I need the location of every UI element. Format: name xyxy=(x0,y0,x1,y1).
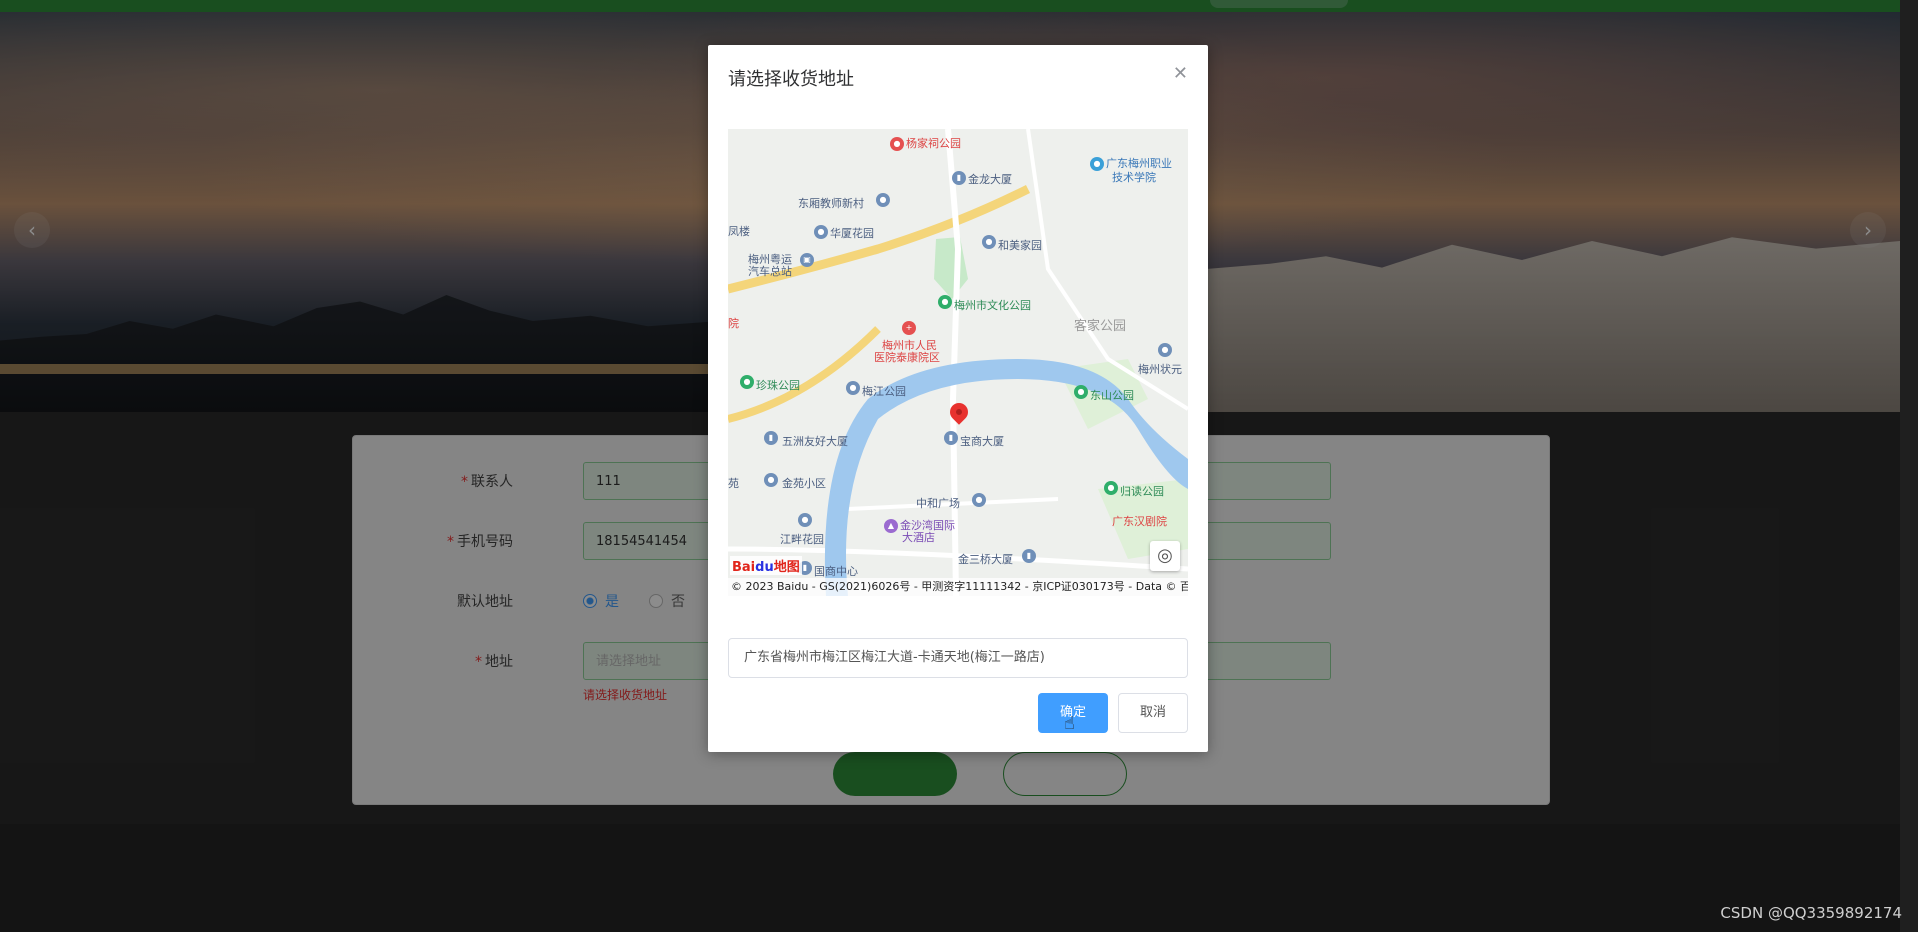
park-icon: ● xyxy=(1074,385,1088,399)
map-label-kejia-park: 客家公园 xyxy=(1074,319,1127,334)
map-label-zhuangyuan: 梅州状元 xyxy=(1138,363,1182,376)
plaza-icon: ● xyxy=(972,493,986,507)
map-label-jinsanqiao: 金三桥大厦 xyxy=(958,553,1013,566)
map-label-zhonghe: 中和广场 xyxy=(916,497,960,510)
residence-icon: ● xyxy=(814,225,828,239)
map-label-yuan-2: 苑 xyxy=(728,477,739,490)
building-icon: ▮ xyxy=(944,431,958,445)
map-label-culture-park: 梅州市文化公园 xyxy=(954,299,1031,312)
map-label-jinyuan: 金苑小区 xyxy=(782,477,826,490)
residence-icon: ● xyxy=(764,473,778,487)
map-copyright: © 2023 Baidu - GS(2021)6026号 - 甲测资字11111… xyxy=(728,578,1188,596)
map-label-zhenzhu: 珍珠公园 xyxy=(756,379,800,392)
map-label-dongshan-teacher: 东厢教师新村 xyxy=(798,197,864,210)
map-label-yueyun-2: 汽车总站 xyxy=(748,265,792,278)
page-scrollbar[interactable] xyxy=(1900,0,1918,932)
map-label-huaxia: 华厦花园 xyxy=(830,227,874,240)
map-label-fenglou: 凤楼 xyxy=(728,225,750,238)
map-label-shangmao: 国商中心 xyxy=(814,565,858,578)
map-label-yuan: 院 xyxy=(728,317,739,330)
residence-icon: ● xyxy=(982,235,996,249)
baidu-map[interactable]: ● 杨家祠公园 ● 广东梅州职业 技术学院 ▮ 金龙大厦 东厢教师新村 ● 凤楼… xyxy=(728,129,1188,596)
map-label-jinlong: 金龙大厦 xyxy=(968,173,1012,186)
park-icon: ● xyxy=(890,137,904,151)
building-icon: ▮ xyxy=(764,431,778,445)
csdn-watermark: CSDN @QQ3359892174 xyxy=(1720,904,1902,922)
bus-station-icon: ▣ xyxy=(800,253,814,267)
baidu-map-logo: Baidu地图 xyxy=(730,556,802,575)
map-label-vocational-2: 技术学院 xyxy=(1112,171,1156,184)
dialog-title: 请选择收货地址 xyxy=(728,69,854,90)
building-icon: ▮ xyxy=(952,171,966,185)
hand-cursor-icon: ☝ xyxy=(1064,713,1075,734)
hospital-icon: + xyxy=(902,321,916,335)
map-label-jiangpan: 江畔花园 xyxy=(780,533,824,546)
park-icon: ● xyxy=(1104,481,1118,495)
park-icon: ● xyxy=(846,381,860,395)
residence-icon: ● xyxy=(1158,343,1172,357)
map-label-meijiang: 梅江公园 xyxy=(862,385,906,398)
park-icon: ● xyxy=(938,295,952,309)
residence-icon: ● xyxy=(876,193,890,207)
map-label-kejia-theater: 广东汉剧院 xyxy=(1112,515,1167,528)
selected-address-input[interactable]: 广东省梅州市梅江区梅江大道-卡通天地(梅江一路店) xyxy=(728,638,1188,678)
cancel-button[interactable]: 取消 xyxy=(1118,693,1188,733)
address-picker-dialog: 请选择收货地址 ✕ ● 杨家祠公园 ● 广东梅州职业 技术学院 ▮ 金龙大厦 东… xyxy=(708,45,1208,752)
map-label-dongshan: 东山公园 xyxy=(1090,389,1134,402)
school-icon: ● xyxy=(1090,157,1104,171)
close-icon[interactable]: ✕ xyxy=(1173,63,1188,84)
park-icon: ● xyxy=(740,375,754,389)
residence-icon: ● xyxy=(798,513,812,527)
map-label-baoshang: 宝商大厦 xyxy=(960,435,1004,448)
locate-icon[interactable]: ◎ xyxy=(1150,541,1180,571)
hotel-icon: ▲ xyxy=(884,519,898,533)
map-label-jinsha-2: 大酒店 xyxy=(902,531,935,544)
map-label-wuzhou: 五洲友好大厦 xyxy=(782,435,848,448)
building-icon: ▮ xyxy=(1022,549,1036,563)
map-label-hemei: 和美家园 xyxy=(998,239,1042,252)
map-label-yangjiaci: 杨家祠公园 xyxy=(906,137,961,150)
map-label-guidu: 归读公园 xyxy=(1120,485,1164,498)
map-label-hospital-2: 医院泰康院区 xyxy=(874,351,940,364)
